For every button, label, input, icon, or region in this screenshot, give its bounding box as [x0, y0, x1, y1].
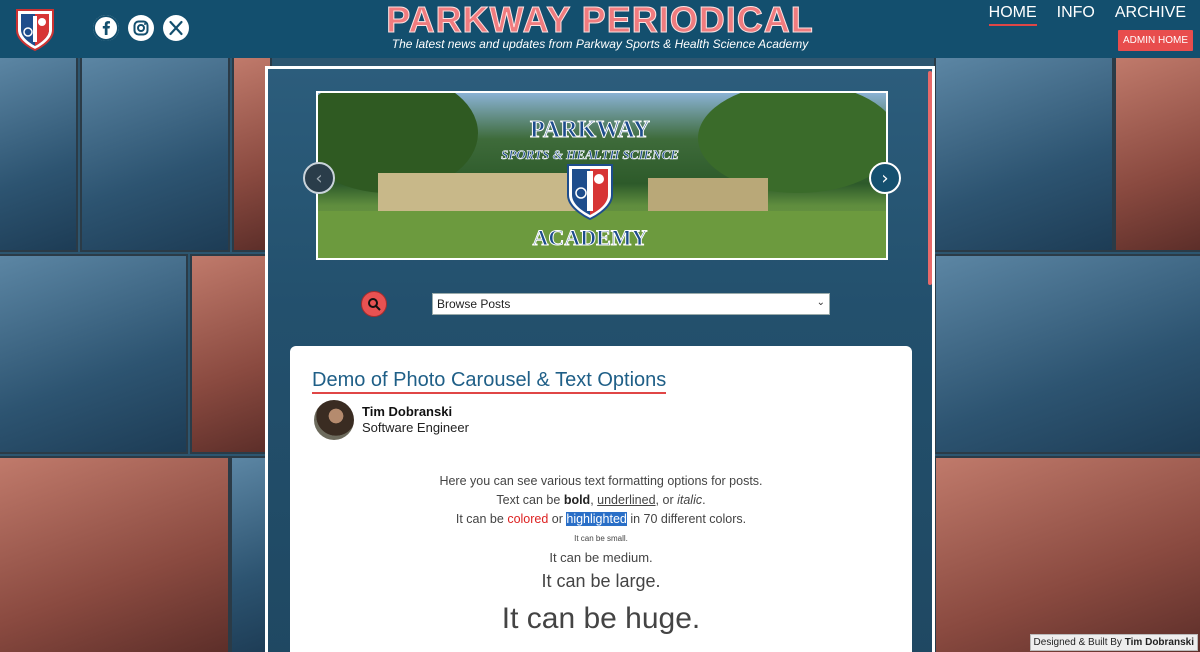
- text-small: It can be small.: [574, 534, 628, 543]
- carousel-next-button[interactable]: ›: [869, 162, 901, 194]
- browse-posts-select[interactable]: Browse Posts ⌄: [432, 293, 830, 315]
- text-plain: Text can be: [496, 493, 564, 507]
- text-plain: or: [548, 512, 567, 526]
- author-name: Tim Dobranski: [362, 404, 453, 419]
- collage-photo: [934, 456, 1200, 652]
- academy-logo: PARKWAY SPORTS & HEALTH SCIENCE ACADEMY: [501, 117, 680, 251]
- site-subtitle: The latest news and updates from Parkway…: [391, 37, 809, 51]
- text-plain: It can be: [455, 512, 508, 526]
- search-button[interactable]: [361, 291, 387, 317]
- collage-photo: [1114, 58, 1200, 252]
- credit-name: Tim Dobranski: [1124, 637, 1194, 648]
- text-italic: italic: [677, 493, 703, 507]
- collage-photo: [190, 254, 270, 454]
- carousel-prev-button[interactable]: ‹: [303, 162, 335, 194]
- svg-text:PARKWAY: PARKWAY: [530, 117, 650, 143]
- post-card: Demo of Photo Carousel & Text Options Ti…: [290, 346, 912, 652]
- text-plain: , or: [655, 493, 678, 507]
- footer-credit[interactable]: Designed & Built By Tim Dobranski: [1029, 634, 1198, 651]
- post-text-line: Text can be bold, underlined, or italic.: [290, 493, 912, 507]
- browse-posts-value: Browse Posts: [437, 297, 511, 311]
- main-nav: HOME INFO ARCHIVE: [988, 4, 1186, 26]
- chevron-down-icon: ⌄: [816, 297, 825, 308]
- post-text-line: Here you can see various text formatting…: [439, 474, 763, 488]
- text-huge: It can be huge.: [501, 602, 701, 635]
- text-highlighted: highlighted: [566, 512, 627, 526]
- search-icon: [368, 298, 381, 311]
- collage-photo: [934, 254, 1200, 454]
- collage-photo: [0, 254, 188, 454]
- text-medium: It can be medium.: [549, 550, 653, 565]
- photo-carousel: PARKWAY SPORTS & HEALTH SCIENCE ACADEMY: [316, 91, 888, 260]
- main-panel: PARKWAY SPORTS & HEALTH SCIENCE ACADEMY …: [265, 66, 935, 652]
- site-header: PARKWAY PERIODICAL The latest news and u…: [0, 0, 1200, 58]
- nav-home[interactable]: HOME: [988, 4, 1037, 26]
- nav-archive[interactable]: ARCHIVE: [1115, 4, 1186, 26]
- collage-photo: [80, 58, 230, 252]
- text-large: It can be large.: [541, 571, 661, 591]
- admin-home-button[interactable]: ADMIN HOME: [1118, 30, 1193, 51]
- text-plain: in 70 different colors.: [626, 512, 747, 526]
- collage-photo: [0, 456, 230, 652]
- text-underlined: underlined: [597, 493, 656, 507]
- svg-text:SPORTS & HEALTH SCIENCE: SPORTS & HEALTH SCIENCE: [501, 147, 679, 162]
- text-bold: bold: [563, 493, 591, 507]
- collage-photo: [0, 58, 78, 252]
- author-role: Software Engineer: [362, 420, 469, 435]
- collage-photo: [230, 456, 270, 652]
- author-avatar: [314, 400, 354, 440]
- text-colored: colored: [507, 512, 549, 526]
- svg-text:ACADEMY: ACADEMY: [533, 225, 648, 250]
- nav-info[interactable]: INFO: [1057, 4, 1095, 26]
- post-text-line: It can be colored or highlighted in 70 d…: [290, 512, 912, 526]
- collage-photo: [934, 58, 1114, 252]
- credit-prefix: Designed & Built By: [1033, 637, 1125, 648]
- scrollbar[interactable]: [928, 71, 932, 285]
- chevron-right-icon: ›: [881, 167, 889, 189]
- text-plain: .: [702, 493, 706, 507]
- chevron-left-icon: ‹: [315, 167, 323, 189]
- post-title[interactable]: Demo of Photo Carousel & Text Options: [312, 368, 667, 394]
